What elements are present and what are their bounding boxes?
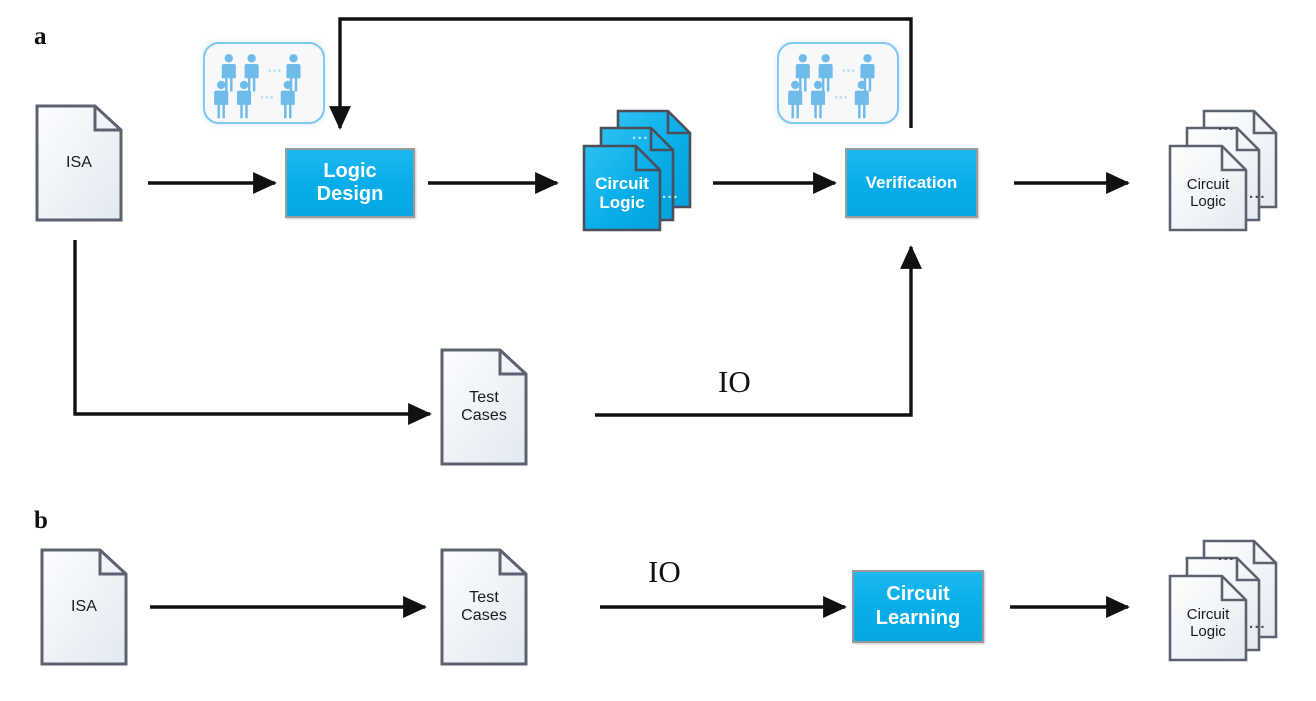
document-stack-b-output-label: Circuit Logic (1186, 605, 1230, 640)
edge-isa-to-test-cases (73, 240, 432, 425)
people-group-icon-logic-design (203, 42, 325, 124)
document-stack-circuit-logic-output: Circuit Logic ... ... (1166, 108, 1296, 233)
stack-ellipsis-top: ... (1218, 117, 1236, 134)
process-circuit-learning-label-1: Circuit (886, 583, 950, 606)
document-stack-circuit-logic-label: Circuit Logic (595, 173, 649, 212)
panel-label-a: a (34, 23, 47, 50)
stack-ellipsis-top: ... (1218, 547, 1236, 564)
figure-canvas: a b ISA Logic Design Circuit Logic ... .… (0, 0, 1316, 701)
document-stack-b-circuit-logic-output: Circuit Logic ... ... (1166, 538, 1296, 663)
stack-ellipsis-mid: ... (1249, 185, 1267, 202)
panel-label-b: b (34, 507, 48, 534)
stack-ellipsis-mid: ... (662, 185, 680, 202)
document-test-cases: Test Cases (440, 348, 528, 466)
process-verification[interactable]: Verification (845, 148, 978, 218)
document-b-test-cases-label: Test Cases (461, 589, 507, 624)
edge-label-io-a: IO (718, 364, 751, 399)
people-group-icon-verification (777, 42, 899, 124)
process-circuit-learning-label-2: Learning (875, 606, 961, 629)
flow-connectors (73, 17, 1130, 618)
stack-ellipsis-top: ... (632, 126, 650, 143)
document-test-cases-label: Test Cases (461, 389, 507, 424)
process-logic-design-label-2: Design (316, 183, 384, 205)
people-figures-icon (788, 54, 875, 119)
process-logic-design-label-1: Logic (323, 159, 377, 182)
document-stack-circuit-logic: Circuit Logic ... ... (580, 108, 710, 233)
edge-test-cases-to-verification-io (595, 245, 922, 417)
document-isa: ISA (35, 104, 123, 222)
edge-label-io-b: IO (648, 554, 681, 589)
process-logic-design[interactable]: Logic Design (285, 148, 415, 218)
document-b-isa: ISA (40, 548, 128, 666)
document-b-test-cases: Test Cases (440, 548, 528, 666)
process-verification-label: Verification (865, 173, 958, 193)
document-b-isa-label: ISA (70, 598, 98, 616)
stack-ellipsis-mid: ... (1249, 615, 1267, 632)
people-figures-icon (214, 54, 301, 119)
document-stack-output-label: Circuit Logic (1186, 175, 1230, 210)
document-isa-label: ISA (65, 154, 93, 172)
process-circuit-learning[interactable]: Circuit Learning (852, 570, 984, 643)
